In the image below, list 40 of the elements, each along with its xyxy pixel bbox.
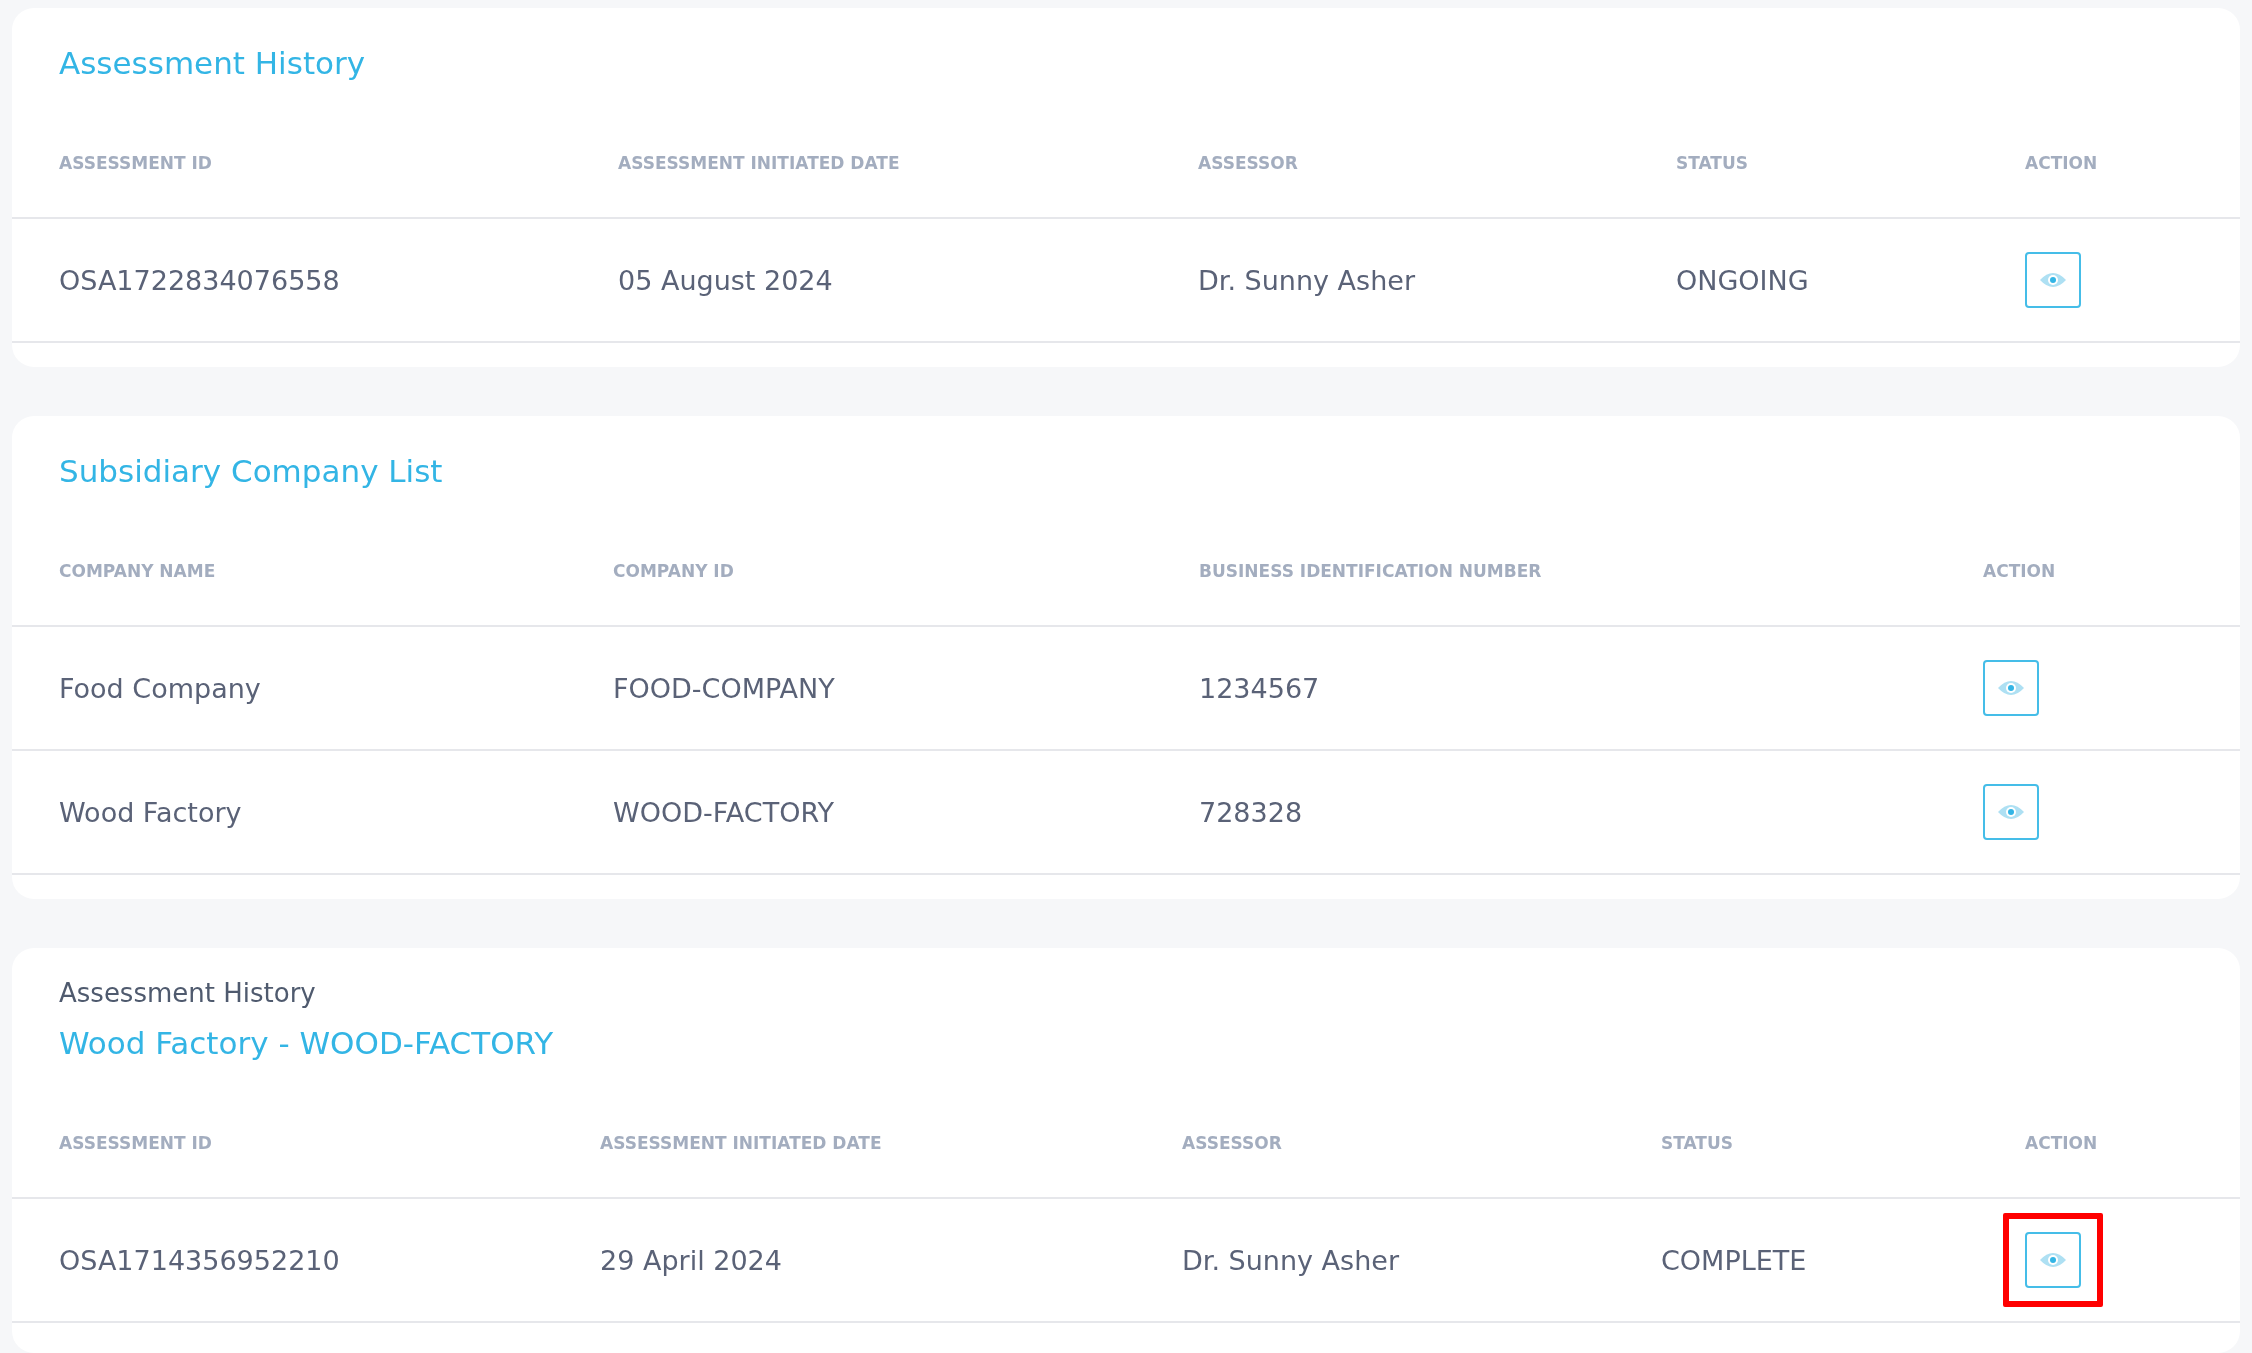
eye-icon bbox=[1997, 678, 2025, 698]
table-cell-text: Dr. Sunny Asher bbox=[1182, 1244, 1400, 1276]
eye-icon bbox=[2039, 1250, 2067, 1270]
column-header: ACTION bbox=[1983, 561, 2057, 583]
column-header: ACTION bbox=[2025, 153, 2099, 175]
table-cell-text: Dr. Sunny Asher bbox=[1198, 264, 1416, 296]
table-cell-text: Food Company bbox=[59, 672, 262, 704]
column-header: BUSINESS IDENTIFICATION NUMBER bbox=[1199, 561, 1543, 583]
table-cell-text: COMPLETE bbox=[1661, 1244, 1808, 1276]
column-header: ACTION bbox=[2025, 1133, 2099, 1155]
column-header: STATUS bbox=[1676, 153, 1749, 175]
column-header: COMPANY NAME bbox=[59, 561, 217, 583]
table-cell-text: Wood Factory bbox=[59, 796, 243, 828]
table-cell-text: WOOD-FACTORY bbox=[613, 796, 835, 828]
view-button[interactable] bbox=[2025, 252, 2081, 308]
card-overline: Assessment History bbox=[59, 978, 317, 1008]
card-title: Subsidiary Company List bbox=[59, 452, 444, 490]
table-cell-text: ONGOING bbox=[1676, 264, 1810, 296]
table-cell-text: FOOD-COMPANY bbox=[613, 672, 836, 704]
column-header: ASSESSMENT ID bbox=[59, 1133, 213, 1155]
card-title: Wood Factory - WOOD-FACTORY bbox=[59, 1024, 555, 1062]
card-title: Assessment History bbox=[59, 44, 367, 82]
column-header: ASSESSOR bbox=[1198, 153, 1299, 175]
view-button[interactable] bbox=[1983, 660, 2039, 716]
table-cell-text: OSA1714356952210 bbox=[59, 1244, 341, 1276]
table-cell-text: 05 August 2024 bbox=[618, 264, 834, 296]
column-header: ASSESSOR bbox=[1182, 1133, 1283, 1155]
column-header: COMPANY ID bbox=[613, 561, 735, 583]
eye-icon bbox=[1997, 802, 2025, 822]
view-button[interactable] bbox=[1983, 784, 2039, 840]
table-cell-text: 29 April 2024 bbox=[600, 1244, 783, 1276]
column-header: ASSESSMENT INITIATED DATE bbox=[618, 153, 901, 175]
table-cell-text: 728328 bbox=[1199, 796, 1304, 828]
table-cell-text: 1234567 bbox=[1199, 672, 1321, 704]
column-header: STATUS bbox=[1661, 1133, 1734, 1155]
view-button[interactable] bbox=[2025, 1232, 2081, 1288]
table-cell-text: OSA1722834076558 bbox=[59, 264, 341, 296]
column-header: ASSESSMENT ID bbox=[59, 153, 213, 175]
column-header: ASSESSMENT INITIATED DATE bbox=[600, 1133, 883, 1155]
eye-icon bbox=[2039, 270, 2067, 290]
